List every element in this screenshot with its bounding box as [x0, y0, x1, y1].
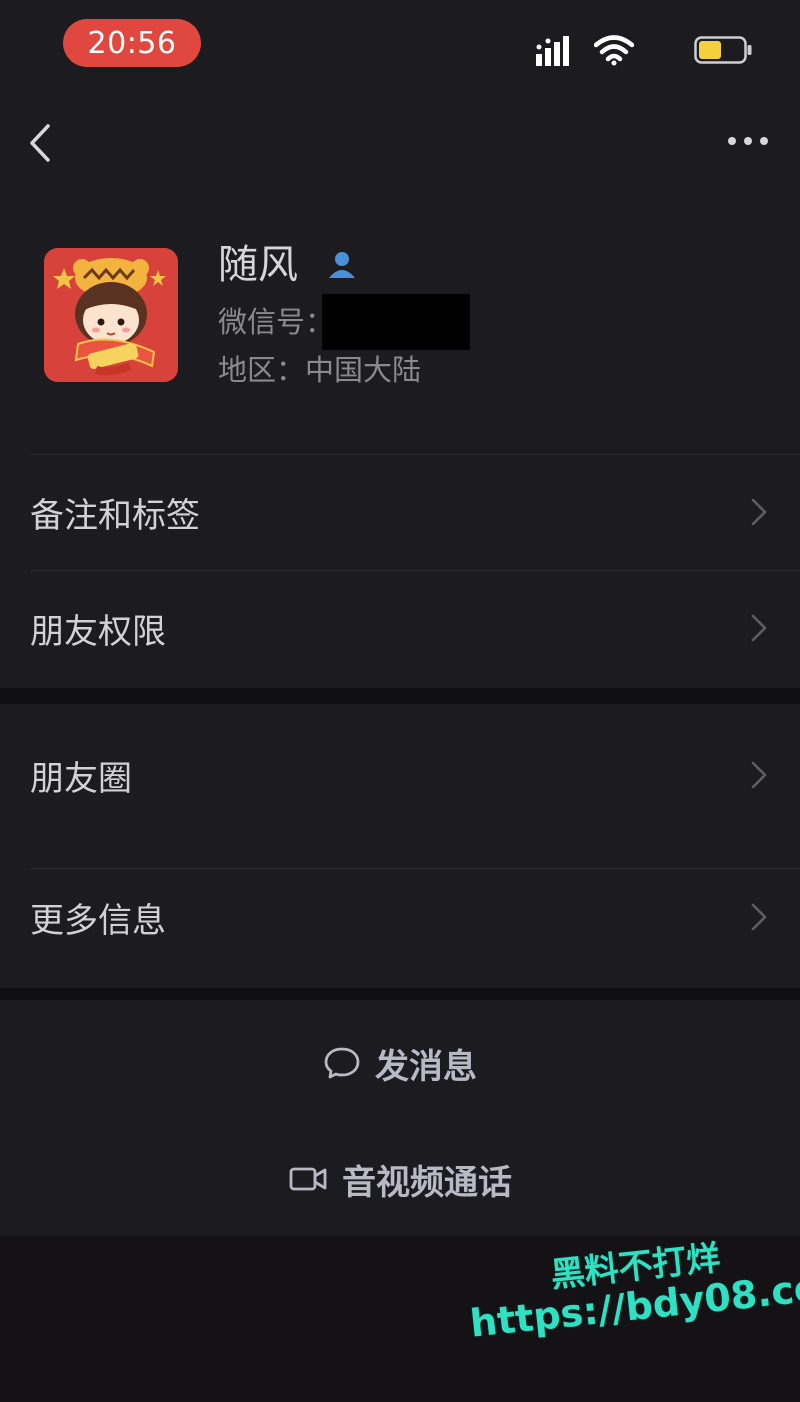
video-call-button[interactable]: 音视频通话: [0, 1120, 800, 1238]
status-bar: 20:56: [0, 0, 800, 88]
chevron-right-icon: [751, 498, 767, 526]
wechat-id-redaction: [322, 294, 470, 350]
menu-item-label: 朋友权限: [30, 611, 166, 652]
menu-group-more: 朋友圈 更多信息: [0, 704, 800, 988]
chat-bubble-icon: [324, 1047, 360, 1079]
battery-icon: [694, 36, 752, 64]
send-message-label: 发消息: [375, 1046, 477, 1087]
actions-panel: 发消息 音视频通话: [0, 1000, 800, 1236]
menu-item-moments[interactable]: 朋友圈: [0, 704, 800, 846]
wifi-icon: [594, 35, 634, 66]
more-options-icon[interactable]: [726, 130, 770, 152]
chevron-right-icon: [751, 761, 767, 789]
profile-name: 随风: [218, 242, 298, 288]
person-contact-icon: [329, 252, 355, 278]
chevron-right-icon: [751, 903, 767, 931]
status-time: 20:56: [63, 19, 201, 67]
menu-item-friend-permissions[interactable]: 朋友权限: [0, 570, 800, 686]
chevron-right-icon: [751, 614, 767, 642]
section-gap: [0, 688, 800, 704]
menu-item-remarks-tags[interactable]: 备注和标签: [0, 454, 800, 570]
section-gap: [0, 988, 800, 1000]
menu-group-contact: 备注和标签 朋友权限: [0, 454, 800, 688]
profile-card: 随风 微信号： 地区：中国大陆: [0, 198, 800, 454]
signal-icon: [536, 36, 569, 66]
video-camera-icon: [289, 1167, 327, 1191]
video-call-label: 音视频通话: [342, 1162, 512, 1203]
region: 地区：中国大陆: [218, 353, 422, 387]
wechat-id: 微信号：: [218, 305, 335, 339]
avatar[interactable]: [44, 248, 178, 382]
menu-item-label: 更多信息: [30, 900, 166, 941]
menu-item-label: 备注和标签: [30, 495, 200, 536]
nav-bar: [0, 88, 800, 198]
menu-item-label: 朋友圈: [30, 758, 132, 799]
status-icons: [522, 34, 752, 68]
back-chevron-icon[interactable]: [22, 118, 62, 168]
send-message-button[interactable]: 发消息: [0, 1004, 800, 1122]
avatar-illustration-icon: [44, 248, 178, 382]
menu-item-more-info[interactable]: 更多信息: [0, 846, 800, 988]
